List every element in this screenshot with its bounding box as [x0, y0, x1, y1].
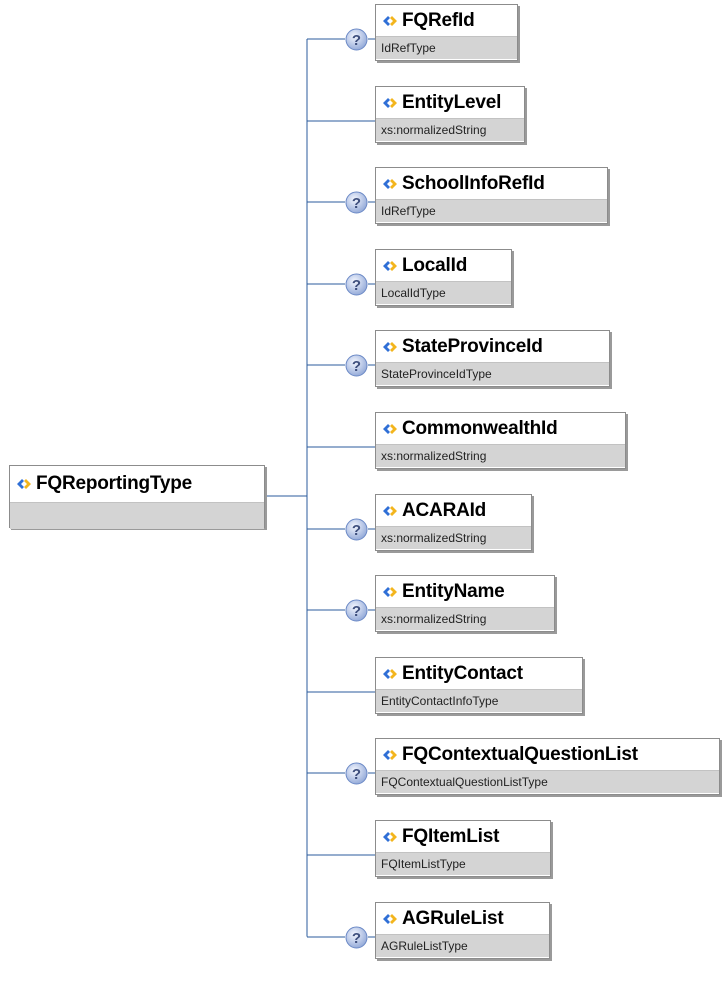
element-node-header: FQItemList	[376, 821, 550, 852]
element-type: xs:normalizedString	[376, 118, 524, 141]
optional-question-icon: ?	[345, 191, 368, 214]
element-node-fqcontextualquestionlist[interactable]: FQContextualQuestionList FQContextualQues…	[375, 738, 720, 795]
element-node-stateprovinceid[interactable]: StateProvinceId StateProvinceIdType	[375, 330, 610, 387]
element-diamond-icon	[383, 586, 397, 597]
element-node-header: EntityContact	[376, 658, 582, 689]
element-name: StateProvinceId	[402, 335, 543, 357]
element-node-header: AGRuleList	[376, 903, 549, 934]
svg-text:?: ?	[352, 277, 361, 294]
root-node-type	[10, 502, 264, 529]
element-type: xs:normalizedString	[376, 444, 625, 467]
element-diamond-icon	[383, 15, 397, 26]
element-name: SchoolInfoRefId	[402, 172, 545, 194]
optional-question-icon: ?	[345, 762, 368, 785]
element-node-entityname[interactable]: EntityName xs:normalizedString	[375, 575, 555, 632]
element-type: EntityContactInfoType	[376, 689, 582, 712]
element-diamond-icon	[383, 423, 397, 434]
element-name: EntityContact	[402, 662, 523, 684]
svg-text:?: ?	[352, 32, 361, 49]
element-node-localid[interactable]: LocalId LocalIdType	[375, 249, 512, 306]
svg-text:?: ?	[352, 522, 361, 539]
element-node-acaraid[interactable]: ACARAId xs:normalizedString	[375, 494, 532, 551]
element-node-header: EntityLevel	[376, 87, 524, 118]
element-diamond-icon	[383, 260, 397, 271]
element-diamond-icon	[383, 831, 397, 842]
element-diamond-icon	[17, 479, 31, 489]
element-node-header: CommonwealthId	[376, 413, 625, 444]
element-diamond-icon	[383, 341, 397, 352]
element-node-header: StateProvinceId	[376, 331, 609, 362]
element-node-entitylevel[interactable]: EntityLevel xs:normalizedString	[375, 86, 525, 143]
element-name: EntityLevel	[402, 91, 502, 113]
svg-text:?: ?	[352, 358, 361, 375]
element-type: AGRuleListType	[376, 934, 549, 957]
element-node-agrulelist[interactable]: AGRuleList AGRuleListType	[375, 902, 550, 959]
element-node-entitycontact[interactable]: EntityContact EntityContactInfoType	[375, 657, 583, 714]
schema-diagram: FQReportingType ? FQRefId IdRefType EntityL…	[0, 0, 723, 995]
element-diamond-icon	[383, 913, 397, 924]
element-node-header: LocalId	[376, 250, 511, 281]
element-diamond-icon	[383, 749, 397, 760]
element-type: IdRefType	[376, 199, 607, 222]
element-node-header: SchoolInfoRefId	[376, 168, 607, 199]
element-type: xs:normalizedString	[376, 526, 531, 549]
element-node-header: FQRefId	[376, 5, 517, 36]
element-name: EntityName	[402, 580, 505, 602]
element-name: LocalId	[402, 254, 468, 276]
element-type: StateProvinceIdType	[376, 362, 609, 385]
element-name: AGRuleList	[402, 907, 504, 929]
element-node-schoolinforefid[interactable]: SchoolInfoRefId IdRefType	[375, 167, 608, 224]
element-diamond-icon	[383, 97, 397, 108]
optional-question-icon: ?	[345, 28, 368, 51]
optional-question-icon: ?	[345, 518, 368, 541]
element-node-header: FQContextualQuestionList	[376, 739, 719, 770]
element-node-header: EntityName	[376, 576, 554, 607]
element-name: ACARAId	[402, 499, 487, 521]
element-name: FQRefId	[402, 9, 475, 31]
element-type: FQItemListType	[376, 852, 550, 875]
element-name: CommonwealthId	[402, 417, 558, 439]
root-node[interactable]: FQReportingType	[9, 465, 265, 529]
optional-question-icon: ?	[345, 273, 368, 296]
element-name: FQItemList	[402, 825, 500, 847]
optional-question-icon: ?	[345, 354, 368, 377]
svg-text:?: ?	[352, 195, 361, 212]
element-node-fqrefid[interactable]: FQRefId IdRefType	[375, 4, 518, 61]
root-node-name: FQReportingType	[36, 473, 193, 494]
element-type: xs:normalizedString	[376, 607, 554, 630]
element-node-commonwealthid[interactable]: CommonwealthId xs:normalizedString	[375, 412, 626, 469]
element-diamond-icon	[383, 178, 397, 189]
optional-question-icon: ?	[345, 599, 368, 622]
svg-text:?: ?	[352, 766, 361, 783]
svg-text:?: ?	[352, 603, 361, 620]
optional-question-icon: ?	[345, 926, 368, 949]
element-node-fqitemlist[interactable]: FQItemList FQItemListType	[375, 820, 551, 877]
element-diamond-icon	[383, 505, 397, 516]
root-node-header: FQReportingType	[10, 466, 264, 502]
element-diamond-icon	[383, 668, 397, 679]
element-node-header: ACARAId	[376, 495, 531, 526]
element-type: FQContextualQuestionListType	[376, 770, 719, 793]
element-type: LocalIdType	[376, 281, 511, 304]
element-name: FQContextualQuestionList	[402, 743, 638, 765]
svg-text:?: ?	[352, 930, 361, 947]
element-type: IdRefType	[376, 36, 517, 59]
